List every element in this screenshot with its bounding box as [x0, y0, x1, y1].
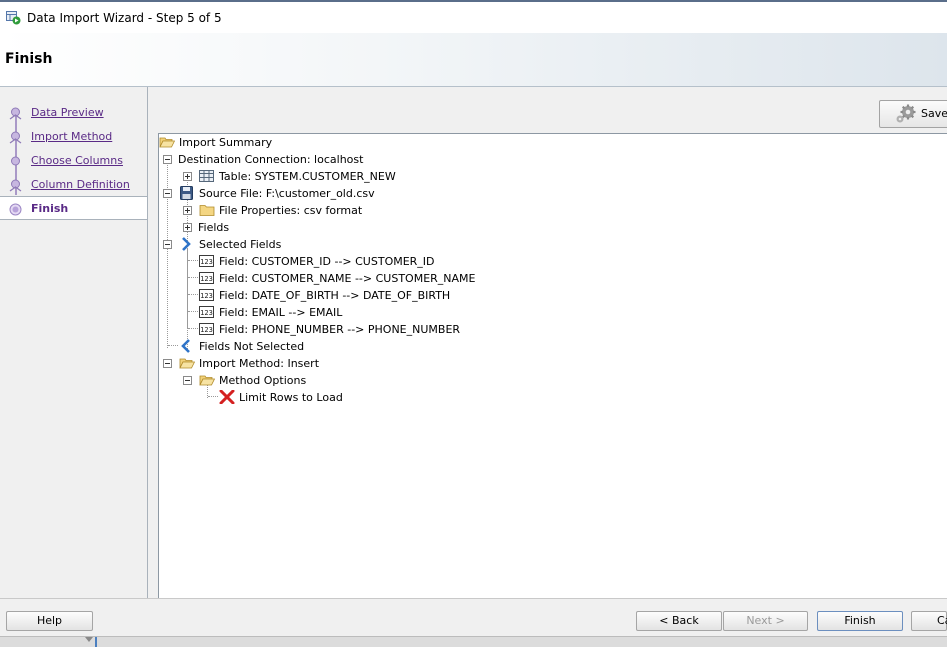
collapse-toggle-icon[interactable]: [163, 155, 172, 164]
tree-node-label: Import Summary: [179, 136, 273, 149]
expand-toggle-icon[interactable]: [183, 223, 192, 232]
tree-connector: [188, 328, 198, 329]
open-folder-icon: [159, 137, 175, 148]
cancel-button[interactable]: Ca: [911, 611, 947, 631]
svg-text:123: 123: [200, 258, 213, 266]
red-x-icon: [219, 390, 235, 404]
tree-node-label: Destination Connection: localhost: [178, 153, 364, 166]
save-button[interactable]: Save: [879, 100, 947, 128]
next-button-label: Next >: [746, 614, 785, 627]
wizard-header: Finish: [0, 33, 947, 87]
tree-node-label: Source File: F:\customer_old.csv: [199, 187, 375, 200]
current-step-icon: [9, 203, 22, 216]
collapse-toggle-icon[interactable]: [163, 240, 172, 249]
svg-text:123: 123: [200, 309, 213, 317]
collapse-toggle-icon[interactable]: [163, 359, 172, 368]
help-button-label: Help: [36, 614, 63, 627]
cancel-button-label: Ca: [937, 614, 947, 627]
svg-text:123: 123: [200, 275, 213, 283]
background-window-strip: [0, 636, 947, 647]
content-panel: Save Import Summary Destination Connecti…: [148, 87, 947, 600]
help-button[interactable]: Help: [6, 611, 93, 631]
tree-connector: [208, 396, 218, 397]
open-folder-icon: [179, 358, 195, 369]
step-marker-icon: [9, 107, 22, 120]
step-label: Finish: [31, 202, 69, 215]
step-finish[interactable]: Finish: [0, 196, 147, 220]
numeric-field-icon: 123: [199, 323, 214, 335]
tree-node-label: Field: DATE_OF_BIRTH --> DATE_OF_BIRTH: [219, 289, 451, 302]
tree-node-label: Fields Not Selected: [199, 340, 305, 353]
window-title: Data Import Wizard - Step 5 of 5: [27, 11, 222, 25]
svg-text:123: 123: [200, 326, 213, 334]
collapse-toggle-icon[interactable]: [183, 376, 192, 385]
finish-button[interactable]: Finish: [817, 611, 903, 631]
step-label: Data Preview: [31, 106, 104, 119]
step-choose-columns[interactable]: Choose Columns: [0, 149, 147, 171]
numeric-field-icon: 123: [199, 255, 214, 267]
data-import-icon: [6, 11, 21, 25]
save-button-label: Save: [921, 107, 947, 120]
tree-connector: [188, 260, 198, 261]
chevron-left-icon: [181, 339, 190, 353]
tree-connector: [188, 277, 198, 278]
back-button[interactable]: < Back: [636, 611, 722, 631]
title-bar: Data Import Wizard - Step 5 of 5: [0, 2, 947, 33]
steps-panel: Data Preview Import Method Choose Column…: [0, 87, 148, 598]
step-marker-icon: [9, 179, 22, 192]
numeric-field-icon: 123: [199, 272, 214, 284]
tree-node-label: Field: PHONE_NUMBER --> PHONE_NUMBER: [219, 323, 461, 336]
tree-node-label: Limit Rows to Load: [239, 391, 343, 404]
page-title: Finish: [5, 51, 53, 67]
step-import-method[interactable]: Import Method: [0, 125, 147, 147]
tree-connector: [188, 311, 198, 312]
back-button-label: < Back: [659, 614, 699, 627]
tree-node-label: Field: CUSTOMER_ID --> CUSTOMER_ID: [219, 255, 435, 268]
disk-icon: [180, 186, 193, 200]
expand-toggle-icon[interactable]: [183, 206, 192, 215]
step-label: Column Definition: [31, 178, 130, 191]
numeric-field-icon: 123: [199, 289, 214, 301]
collapse-toggle-icon[interactable]: [163, 189, 172, 198]
open-folder-icon: [199, 375, 215, 386]
finish-button-label: Finish: [844, 614, 876, 627]
step-label: Import Method: [31, 130, 113, 143]
tree-node-label: Method Options: [219, 374, 307, 387]
tree-connector: [188, 294, 198, 295]
tree-node-label: Selected Fields: [199, 238, 282, 251]
tree-node-label: Field: CUSTOMER_NAME --> CUSTOMER_NAME: [219, 272, 476, 285]
button-bar: Help < Back Next > Finish Ca: [0, 598, 947, 637]
tree-node-label: File Properties: csv format: [219, 204, 363, 217]
step-marker-icon: [9, 131, 22, 144]
folder-icon: [199, 205, 215, 216]
table-icon: [199, 170, 214, 182]
numeric-field-icon: 123: [199, 306, 214, 318]
next-button[interactable]: Next >: [723, 611, 808, 631]
step-marker-icon: [11, 156, 20, 166]
svg-text:123: 123: [200, 292, 213, 300]
gear-icon: [896, 104, 916, 123]
tree-node-label: Import Method: Insert: [199, 357, 320, 370]
tree-connector: [168, 345, 178, 346]
expand-toggle-icon[interactable]: [183, 172, 192, 181]
step-label: Choose Columns: [31, 154, 123, 167]
chevron-right-icon: [182, 237, 191, 251]
step-data-preview[interactable]: Data Preview: [0, 101, 147, 123]
tree-node-label: Field: EMAIL --> EMAIL: [219, 306, 343, 319]
dropdown-arrow-icon: [85, 637, 93, 642]
tree-node-label: Table: SYSTEM.CUSTOMER_NEW: [219, 170, 396, 183]
import-summary-tree[interactable]: Import Summary Destination Connection: l…: [158, 133, 947, 600]
step-column-definition[interactable]: Column Definition: [0, 173, 147, 195]
tree-node-label: Fields: [198, 221, 230, 234]
